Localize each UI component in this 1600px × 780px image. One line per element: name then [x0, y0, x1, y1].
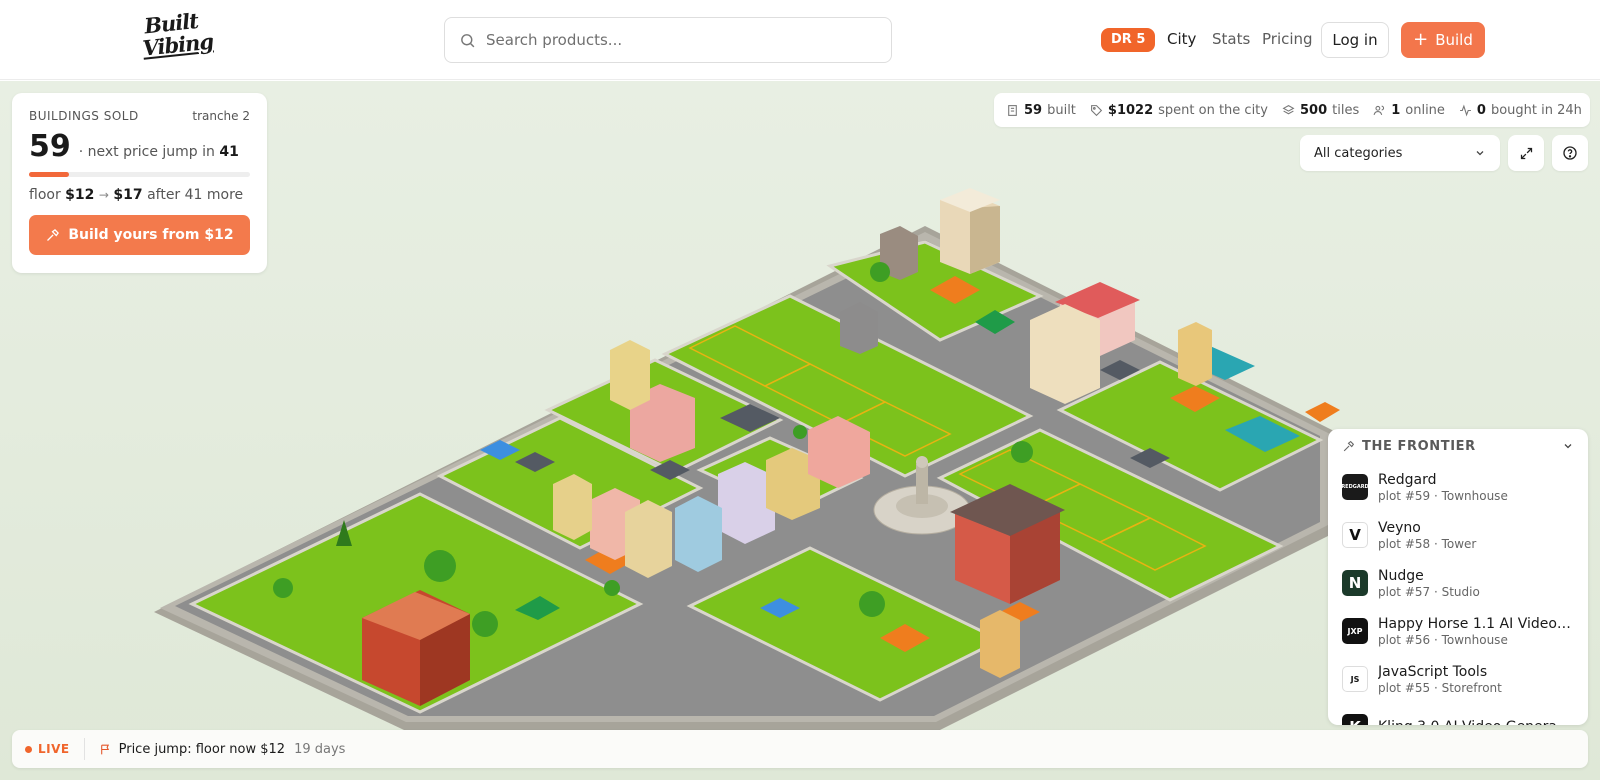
- frontier-item[interactable]: K Kling 3.0 AI Video Generator: [1328, 703, 1588, 725]
- live-label: LIVE: [38, 742, 70, 756]
- users-icon: [1373, 105, 1385, 115]
- builtvibing-logo[interactable]: Built Vibing: [139, 8, 218, 71]
- live-activity-bar: LIVE Price jump: floor now $12 19 days: [12, 730, 1588, 768]
- frontier-item[interactable]: JXP Happy Horse 1.1 AI Video Generatorplo…: [1328, 607, 1588, 655]
- activity-event[interactable]: Price jump: floor now $12 19 days: [99, 741, 346, 757]
- plus-icon: +: [1413, 29, 1429, 50]
- next-price-jump-text: · next price jump in: [78, 144, 215, 160]
- frontier-item-name: Happy Horse 1.1 AI Video Generator: [1378, 615, 1574, 632]
- frontier-item-name: Redgard: [1378, 471, 1437, 488]
- layers-icon: [1282, 104, 1295, 114]
- frontier-list: REDGARD Redgard plot #59 · Townhouse V Veyno…: [1328, 463, 1588, 725]
- category-select-value: All categories: [1314, 145, 1403, 161]
- stat-online-label: online: [1405, 102, 1445, 118]
- search-icon: [461, 33, 475, 47]
- category-select[interactable]: All categories: [1300, 135, 1500, 171]
- stat-online: 1 online: [1373, 103, 1445, 118]
- frontier-item[interactable]: V Veyno plot #58 · Tower: [1328, 511, 1588, 559]
- frontier-item-name: JavaScript Tools: [1378, 663, 1488, 680]
- live-indicator: LIVE: [25, 738, 85, 760]
- building-tower-top[interactable]: [940, 188, 1000, 274]
- arrow-right-icon: →: [98, 188, 109, 202]
- buildings-sold-heading: BUILDINGS SOLD: [29, 109, 139, 123]
- floor-price-line: floor $12 → $17 after 41 more: [29, 187, 250, 203]
- product-logo-icon: REDGARD: [1341, 474, 1369, 500]
- activity-event-time: 19 days: [294, 741, 346, 757]
- activity-event-text: Price jump: floor now $12: [118, 741, 286, 757]
- build-yours-label: Build yours from $12: [68, 227, 234, 243]
- search-box[interactable]: [444, 17, 892, 63]
- frontier-item-sub: plot #56 · Townhouse: [1378, 632, 1508, 647]
- top-header: Built Vibing DR 5 City Stats Pricing Log…: [0, 0, 1600, 80]
- nav-stats[interactable]: Stats: [1212, 30, 1250, 48]
- domain-rating-badge[interactable]: DR 5: [1101, 28, 1156, 52]
- live-dot-icon: [25, 745, 32, 753]
- floor-label: floor: [29, 187, 61, 203]
- activity-icon: [1460, 103, 1471, 117]
- building-icon: [1008, 104, 1017, 116]
- stat-tiles-value: 500: [1299, 102, 1328, 118]
- hammer-icon: [47, 228, 60, 241]
- build-yours-button[interactable]: Build yours from $12: [29, 215, 250, 255]
- city-stats-bar: 59 built $1022 spent on the city 500 til…: [994, 93, 1590, 127]
- stat-bought-label: bought in 24h: [1490, 102, 1582, 118]
- stat-spent-label: spent on the city: [1158, 102, 1268, 118]
- frontier-item-sub: plot #58 · Tower: [1378, 536, 1477, 551]
- floor-next: $17: [113, 187, 143, 203]
- tag-icon: [1090, 104, 1103, 116]
- product-logo-icon: V: [1342, 522, 1368, 548]
- search-input[interactable]: [486, 31, 866, 49]
- next-price-jump-value: 41: [219, 144, 239, 160]
- frontier-item-name: Kling 3.0 AI Video Generator: [1378, 719, 1574, 726]
- fullscreen-button[interactable]: [1508, 135, 1544, 171]
- stat-spent: $1022 spent on the city: [1090, 103, 1268, 118]
- nav-pricing[interactable]: Pricing: [1262, 30, 1313, 48]
- frontier-item[interactable]: JS JavaScript Tools plot #55 · Storefront: [1328, 655, 1588, 703]
- product-logo-icon: N: [1342, 570, 1368, 596]
- logo-line-2: Vibing: [141, 28, 215, 61]
- nav-city[interactable]: City: [1167, 30, 1196, 48]
- stat-tiles-label: tiles: [1332, 102, 1360, 118]
- help-button[interactable]: [1552, 135, 1588, 171]
- frontier-item-sub: plot #55 · Storefront: [1378, 680, 1502, 695]
- chevron-down-icon: [1476, 151, 1484, 156]
- frontier-item-sub: plot #57 · Studio: [1378, 584, 1480, 599]
- tranche-label: tranche 2: [192, 109, 250, 123]
- stat-bought-value: 0: [1476, 102, 1486, 118]
- login-button[interactable]: Log in: [1321, 22, 1389, 58]
- buildings-sold-card: BUILDINGS SOLD tranche 2 59 · next price…: [12, 93, 267, 273]
- help-circle-icon: [1563, 146, 1577, 160]
- build-button[interactable]: + Build: [1401, 22, 1485, 58]
- frontier-header[interactable]: THE FRONTIER: [1328, 429, 1588, 463]
- stat-bought: 0 bought in 24h: [1459, 103, 1582, 118]
- frontier-panel: THE FRONTIER REDGARD Redgard plot #59 · To…: [1328, 429, 1588, 725]
- product-logo-icon: JS: [1342, 666, 1368, 692]
- flag-icon: [100, 744, 109, 754]
- build-button-label: Build: [1435, 31, 1473, 49]
- frontier-item[interactable]: REDGARD Redgard plot #59 · Townhouse: [1328, 463, 1588, 511]
- hammer-icon: [1343, 440, 1355, 451]
- frontier-item[interactable]: N Nudge plot #57 · Studio: [1328, 559, 1588, 607]
- product-logo-icon: JXP: [1342, 618, 1368, 644]
- chevron-down-icon: [1564, 444, 1572, 449]
- tranche-progress-fill: [29, 172, 69, 177]
- stat-built: 59 built: [1006, 103, 1076, 118]
- frontier-title: THE FRONTIER: [1362, 438, 1476, 454]
- stat-spent-value: $1022: [1107, 102, 1154, 118]
- next-price-jump: · next price jump in 41: [79, 144, 239, 160]
- stat-built-value: 59: [1024, 102, 1043, 118]
- stat-built-label: built: [1047, 102, 1076, 118]
- stat-tiles: 500 tiles: [1282, 103, 1359, 118]
- frontier-item-name: Veyno: [1378, 519, 1421, 536]
- stat-online-value: 1: [1391, 102, 1401, 118]
- product-logo-icon: K: [1342, 714, 1368, 725]
- frontier-item-name: Nudge: [1378, 567, 1424, 584]
- frontier-item-sub: plot #59 · Townhouse: [1378, 488, 1508, 503]
- floor-now: $12: [65, 187, 95, 203]
- buildings-sold-count: 59: [29, 129, 71, 164]
- floor-after: after 41 more: [147, 187, 244, 203]
- tranche-progress-bar: [29, 172, 250, 177]
- expand-icon: [1520, 147, 1532, 159]
